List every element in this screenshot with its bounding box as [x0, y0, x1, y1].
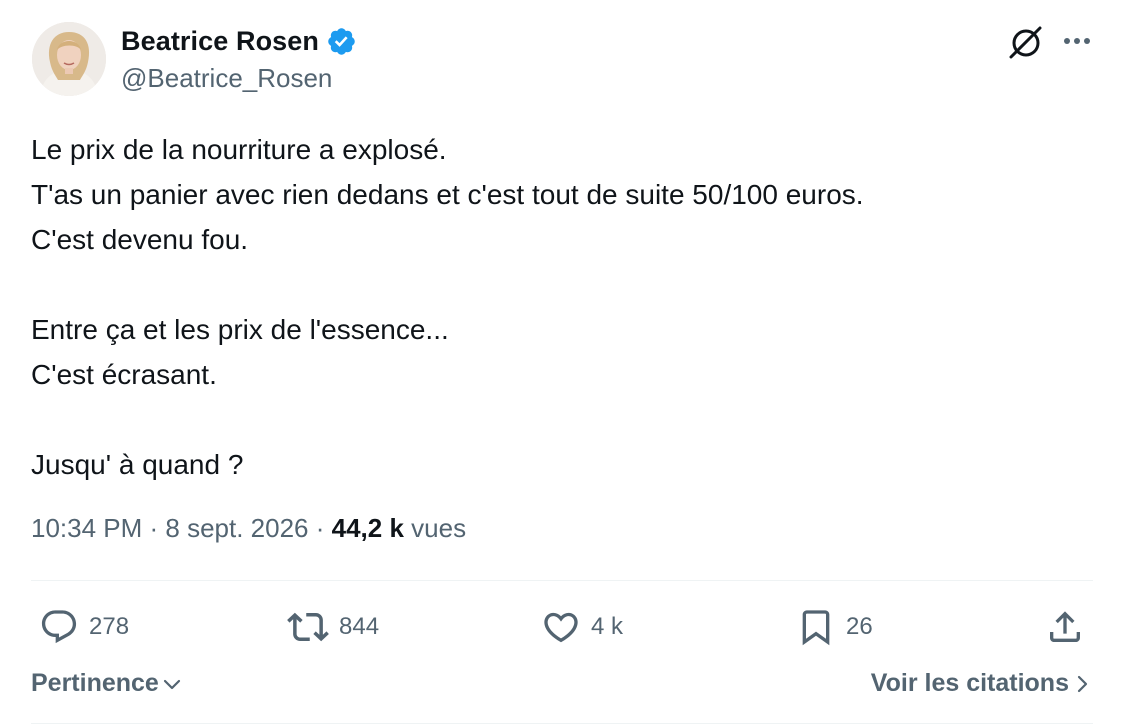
share-icon — [1050, 611, 1080, 642]
view-quotes-link[interactable]: Voir les citations — [871, 669, 1090, 698]
views-count: 44,2 k — [331, 513, 404, 543]
reply-icon — [41, 610, 77, 644]
tweet-text: Le prix de la nourriture a explosé. T'as… — [31, 127, 1091, 487]
sort-label: Pertinence — [31, 669, 159, 697]
chevron-down-icon — [163, 679, 180, 689]
tweet-line: Entre ça et les prix de l'essence... — [31, 314, 449, 345]
chevron-right-icon — [1077, 675, 1088, 692]
tweet-line: T'as un panier avec rien dedans et c'est… — [31, 179, 864, 210]
divider — [31, 723, 1093, 724]
grok-icon[interactable] — [1007, 23, 1045, 61]
more-options-icon[interactable] — [1060, 24, 1094, 58]
share-button[interactable] — [1045, 603, 1085, 651]
tweet-line: Jusqu' à quand ? — [31, 449, 244, 480]
action-bar: 278 844 4 k 26 — [31, 603, 1093, 651]
heart-icon — [544, 612, 578, 643]
repost-button[interactable]: 844 — [287, 603, 379, 651]
like-button[interactable]: 4 k — [541, 603, 623, 651]
author-handle[interactable]: @Beatrice_Rosen — [121, 63, 332, 94]
quotes-label: Voir les citations — [870, 669, 1069, 697]
repost-count: 844 — [339, 613, 380, 640]
name-row: Beatrice Rosen — [121, 26, 357, 57]
divider — [31, 580, 1093, 581]
verified-badge-icon — [328, 28, 355, 55]
author-display-name[interactable]: Beatrice Rosen — [121, 26, 319, 57]
repost-icon — [287, 612, 329, 642]
avatar[interactable] — [32, 22, 106, 96]
reply-count: 278 — [89, 613, 130, 640]
tweet-date[interactable]: 8 sept. 2026 — [165, 513, 308, 544]
sort-dropdown[interactable]: Pertinence — [31, 669, 182, 698]
bookmark-count: 26 — [846, 613, 873, 640]
views-label: vues — [411, 513, 467, 543]
tweet-time[interactable]: 10:34 PM — [31, 513, 142, 544]
reply-button[interactable]: 278 — [39, 603, 129, 651]
tweet-meta: 10:34 PM · 8 sept. 2026 · 44,2 k vues — [31, 513, 466, 544]
bookmark-button[interactable]: 26 — [796, 603, 873, 651]
like-count: 4 k — [591, 613, 624, 640]
meta-separator: · — [142, 513, 166, 543]
tweet-header: Beatrice Rosen @Beatrice_Rosen — [32, 22, 1094, 100]
tweet-line: Le prix de la nourriture a explosé. — [31, 134, 447, 165]
bookmark-icon — [802, 610, 830, 646]
tweet-line: C'est devenu fou. — [31, 224, 249, 255]
tweet-line: C'est écrasant. — [31, 359, 217, 390]
meta-separator: · — [308, 513, 332, 543]
